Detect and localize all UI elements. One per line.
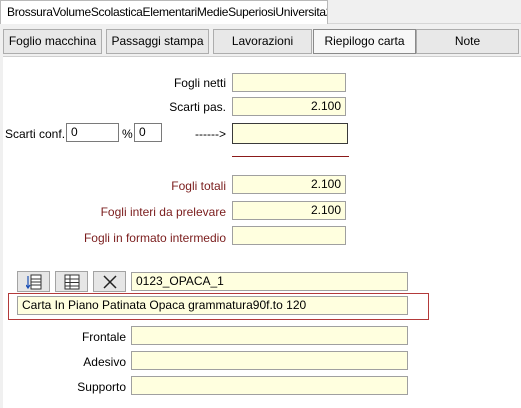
title-tab-divider xyxy=(328,23,521,24)
fogli-intermedio-label: Fogli in formato intermedio xyxy=(83,231,226,245)
grid-button[interactable] xyxy=(55,271,88,292)
result-field[interactable] xyxy=(232,123,348,144)
adesivo-label: Adesivo xyxy=(83,355,126,369)
arrow-label: ------> xyxy=(195,127,226,141)
scarti-pas-label: Scarti pas. xyxy=(169,100,226,114)
reorder-button[interactable] xyxy=(17,271,50,292)
fogli-intermedio-field[interactable] xyxy=(232,226,346,245)
tab-note[interactable]: Note xyxy=(416,29,519,54)
fogli-totali-label: Fogli totali xyxy=(171,179,226,193)
scarti-pas-field[interactable]: 2.100 xyxy=(232,97,346,116)
tab-label: Foglio macchina xyxy=(8,34,97,48)
supporto-label: Supporto xyxy=(77,380,126,394)
scarti-conf-percent-input[interactable]: 0 xyxy=(134,123,162,142)
grid-table-icon xyxy=(64,274,79,289)
window-title: BrossuraVolumeScolasticaElementariMedieS… xyxy=(7,5,328,19)
paper-code-field[interactable]: 0123_OPACA_1 xyxy=(131,272,408,291)
summary-separator xyxy=(232,156,349,157)
adesivo-field[interactable] xyxy=(131,351,408,370)
fogli-netti-field[interactable] xyxy=(232,73,346,92)
fogli-interi-label: Fogli interi da prelevare xyxy=(100,205,226,219)
frontale-field[interactable] xyxy=(131,326,408,345)
tab-foglio-macchina[interactable]: Foglio macchina xyxy=(3,29,102,54)
clear-button[interactable] xyxy=(93,271,126,292)
scarti-conf-label: Scarti conf. xyxy=(5,127,66,141)
percent-symbol: % xyxy=(122,127,133,141)
frontale-label: Frontale xyxy=(81,330,126,344)
window-title-tab[interactable]: BrossuraVolumeScolasticaElementariMedieS… xyxy=(0,0,328,24)
tab-label: Lavorazioni xyxy=(231,34,294,48)
tab-riepilogo-carta[interactable]: Riepilogo carta xyxy=(313,29,416,54)
fogli-interi-field[interactable]: 2.100 xyxy=(232,201,346,220)
tab-label: Riepilogo carta xyxy=(324,34,405,48)
supporto-field[interactable] xyxy=(131,376,408,395)
tab-label: Note xyxy=(454,34,481,48)
scarti-conf-input[interactable]: 0 xyxy=(66,123,119,142)
paper-description-field[interactable]: Carta In Piano Patinata Opaca grammatura… xyxy=(17,296,408,315)
tab-lavorazioni[interactable]: Lavorazioni xyxy=(213,29,312,54)
tab-passaggi-stampa[interactable]: Passaggi stampa xyxy=(106,29,209,54)
tab-label: Passaggi stampa xyxy=(111,34,204,48)
list-reorder-icon xyxy=(25,274,41,289)
fogli-totali-field[interactable]: 2.100 xyxy=(232,175,346,194)
fogli-netti-label: Fogli netti xyxy=(173,76,226,90)
close-x-icon xyxy=(102,274,117,289)
